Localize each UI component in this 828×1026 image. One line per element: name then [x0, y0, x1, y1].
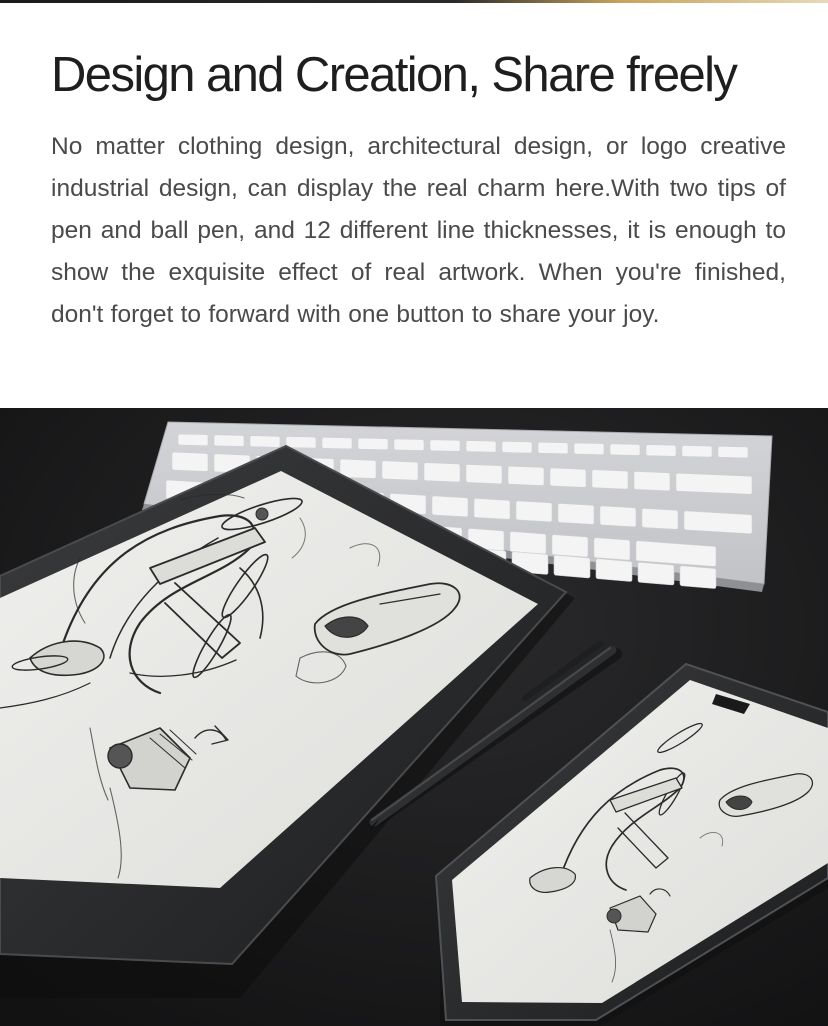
- headline: Design and Creation, Share freely: [51, 48, 738, 102]
- top-accent-line: [0, 0, 828, 3]
- feature-description: No matter clothing design, architectural…: [51, 133, 786, 328]
- feature-text-section: Design and Creation, Share freely No mat…: [0, 0, 828, 408]
- product-photo: [0, 408, 828, 1026]
